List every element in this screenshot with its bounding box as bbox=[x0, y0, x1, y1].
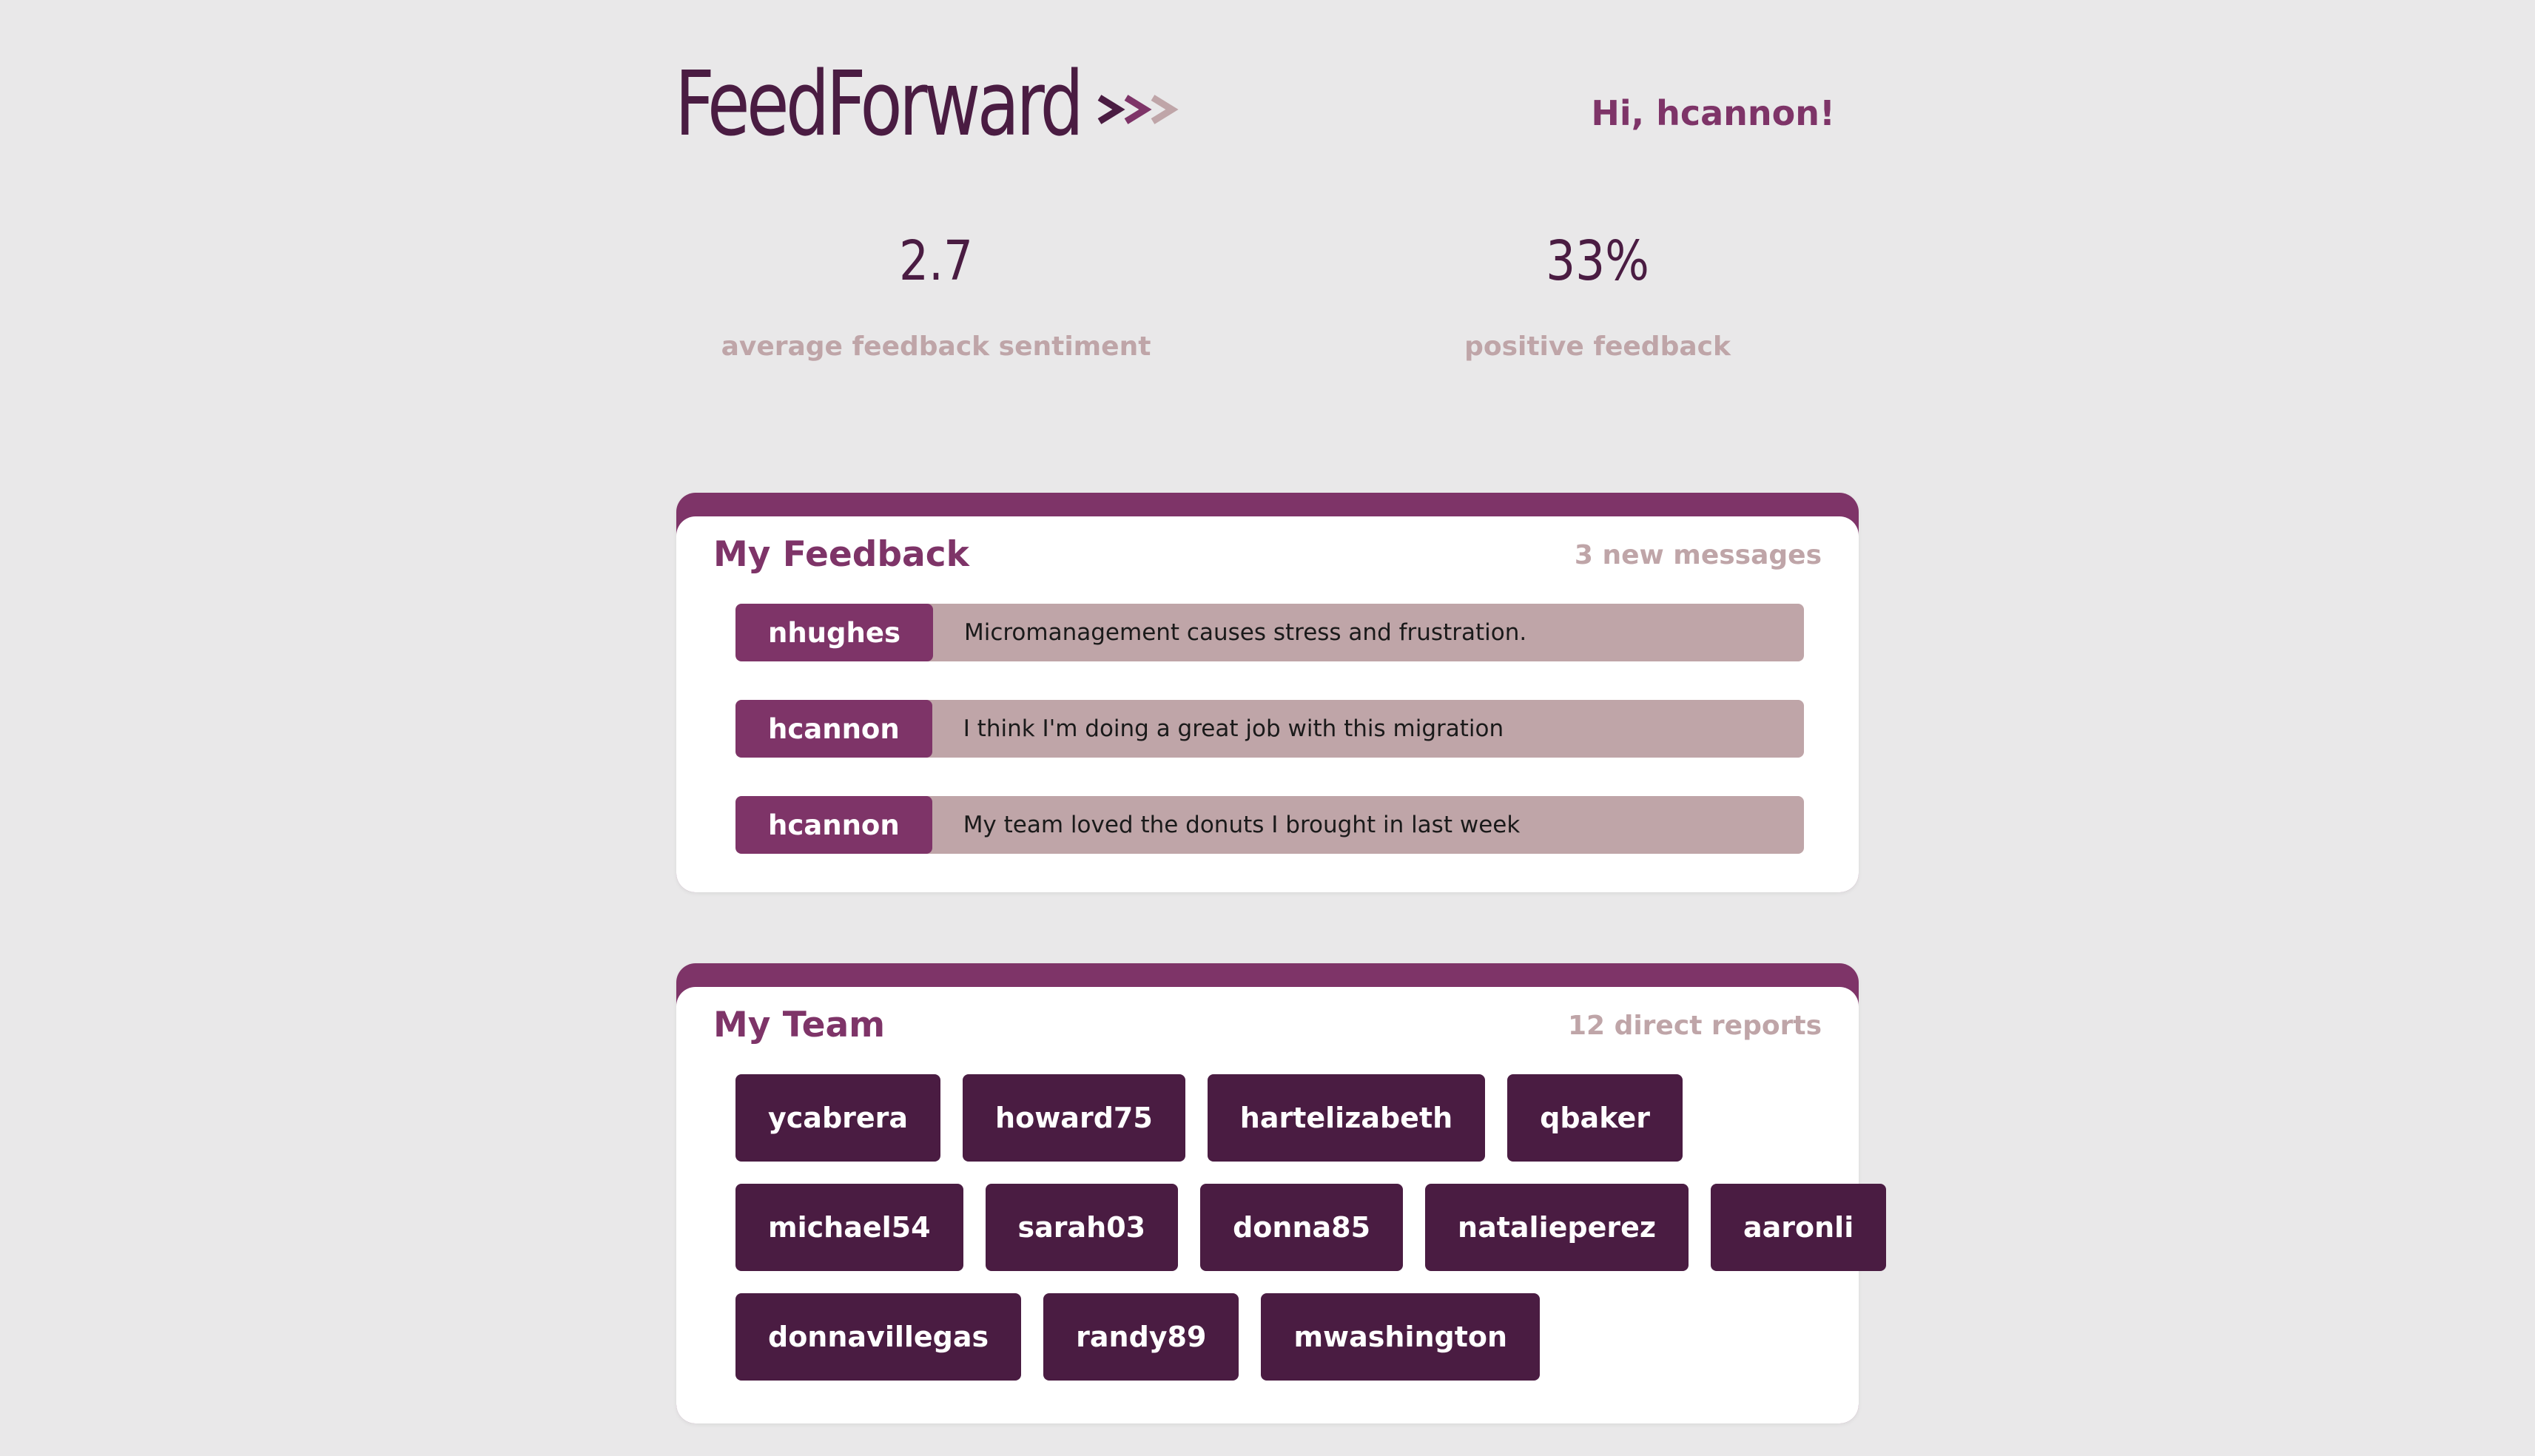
team-member-button[interactable]: qbaker bbox=[1507, 1074, 1683, 1162]
feedback-card-title: My Feedback bbox=[713, 534, 969, 575]
team-member-list: ycabrera howard75 hartelizabeth qbaker m… bbox=[735, 1074, 1887, 1403]
team-member-button[interactable]: sarah03 bbox=[985, 1184, 1179, 1271]
feedback-author-badge[interactable]: hcannon bbox=[735, 700, 932, 758]
feedback-author-badge[interactable]: hcannon bbox=[735, 796, 932, 854]
feedback-message: Micromanagement causes stress and frustr… bbox=[963, 619, 1527, 646]
feedback-card: My Feedback 3 new messages nhughes Micro… bbox=[676, 493, 1859, 892]
team-member-button[interactable]: hartelizabeth bbox=[1207, 1074, 1486, 1162]
team-card: My Team 12 direct reports ycabrera howar… bbox=[676, 963, 1887, 1423]
stat-value: 2.7 bbox=[898, 229, 974, 293]
team-member-button[interactable]: ycabrera bbox=[735, 1074, 941, 1162]
team-card-title: My Team bbox=[713, 1005, 886, 1045]
team-member-button[interactable]: donna85 bbox=[1200, 1184, 1404, 1271]
team-member-button[interactable]: michael54 bbox=[735, 1184, 963, 1271]
team-member-button[interactable]: donnavillegas bbox=[735, 1293, 1022, 1381]
stat-label: positive feedback bbox=[1464, 331, 1731, 362]
team-row: ycabrera howard75 hartelizabeth qbaker bbox=[735, 1074, 1804, 1162]
brand-name: FeedForward bbox=[675, 53, 1084, 156]
feedback-message: My team loved the donuts I brought in la… bbox=[963, 812, 1521, 838]
team-member-button[interactable]: mwashington bbox=[1261, 1293, 1541, 1381]
forward-arrows-icon bbox=[1097, 95, 1179, 124]
user-greeting: Hi, hcannon! bbox=[1591, 93, 1835, 133]
feedback-author-badge[interactable]: nhughes bbox=[735, 604, 933, 661]
direct-reports-count: 12 direct reports bbox=[1567, 1011, 1822, 1041]
stat-average-sentiment: 2.7 average feedback sentiment bbox=[677, 234, 1195, 362]
feedback-list: nhughes Micromanagement causes stress an… bbox=[735, 604, 1804, 892]
stat-value: 33% bbox=[1546, 229, 1649, 293]
feedback-item[interactable]: nhughes Micromanagement causes stress an… bbox=[735, 604, 1804, 661]
stat-positive-feedback: 33% positive feedback bbox=[1339, 234, 1856, 362]
team-member-button[interactable]: howard75 bbox=[963, 1074, 1185, 1162]
feedback-message: I think I'm doing a great job with this … bbox=[963, 715, 1504, 742]
team-row: michael54 sarah03 donna85 natalieperez a… bbox=[735, 1184, 1887, 1271]
team-member-button[interactable]: natalieperez bbox=[1425, 1184, 1689, 1271]
brand: FeedForward bbox=[675, 53, 1195, 157]
team-member-button[interactable]: aaronli bbox=[1710, 1184, 1887, 1271]
team-row: donnavillegas randy89 mwashington bbox=[735, 1293, 1804, 1381]
feedback-card-body: My Feedback 3 new messages nhughes Micro… bbox=[676, 516, 1859, 892]
feedback-item[interactable]: hcannon I think I'm doing a great job wi… bbox=[735, 700, 1804, 758]
new-messages-count: 3 new messages bbox=[1574, 540, 1822, 570]
feedback-item[interactable]: hcannon My team loved the donuts I broug… bbox=[735, 796, 1804, 854]
stat-label: average feedback sentiment bbox=[721, 331, 1151, 362]
team-member-button[interactable]: randy89 bbox=[1043, 1293, 1239, 1381]
team-card-body: My Team 12 direct reports ycabrera howar… bbox=[676, 987, 1887, 1423]
